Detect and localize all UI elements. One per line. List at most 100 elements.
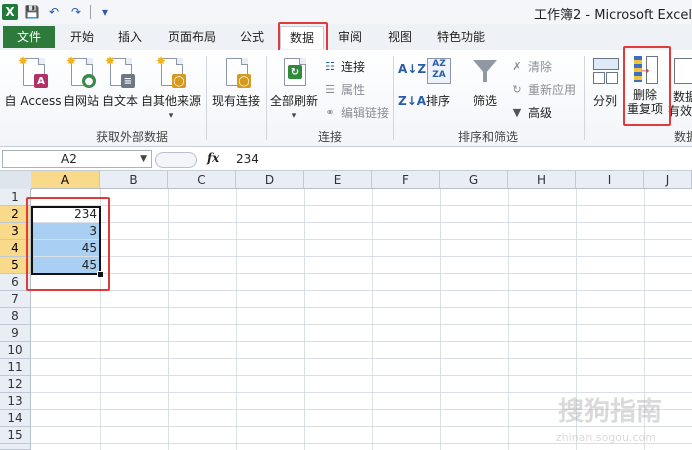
refresh-all-button[interactable]: ↻ 全部刷新 ▾	[268, 56, 320, 121]
clear-filter-button[interactable]: ✗ 清除	[510, 58, 552, 75]
tab-home[interactable]: 开始	[62, 26, 102, 48]
grid-line	[168, 189, 169, 450]
clear-filter-icon: ✗	[512, 60, 522, 73]
connections-button[interactable]: ☷ 连接	[323, 58, 365, 75]
properties-button[interactable]: ☰ 属性	[323, 81, 365, 98]
grid-line	[31, 358, 692, 359]
grid-line	[31, 222, 692, 223]
qat-divider	[90, 5, 91, 19]
existing-connections-button[interactable]: ◯ 现有连接	[210, 56, 262, 109]
tab-view[interactable]: 视图	[380, 26, 420, 48]
insert-function-icon[interactable]: fx	[207, 151, 219, 165]
chevron-down-icon[interactable]: ▼	[140, 151, 147, 167]
formula-controls: fx	[155, 150, 227, 168]
column-header-i[interactable]: I	[576, 171, 644, 189]
row-header-5[interactable]: 5	[0, 257, 31, 274]
row-header-7[interactable]: 7	[0, 291, 31, 308]
tab-review[interactable]: 审阅	[330, 26, 370, 48]
web-icon: ✸ ●	[66, 54, 96, 88]
cell-a3[interactable]: 3	[32, 223, 99, 239]
formula-input[interactable]: 234	[236, 152, 259, 166]
formula-expand-handle[interactable]	[155, 152, 197, 168]
row-header-13[interactable]: 13	[0, 393, 31, 410]
tab-data[interactable]: 数据	[280, 26, 324, 49]
group-label-data-tools: 数据	[674, 130, 692, 144]
from-text-button[interactable]: ✸ ≡ 自文本	[102, 54, 138, 109]
grid-line	[31, 341, 692, 342]
tab-page-layout[interactable]: 页面布局	[160, 26, 224, 48]
formula-bar: A2 ▼ fx 234	[0, 148, 692, 171]
ribbon-tabs: 文件 开始 插入 页面布局 公式 数据 审阅 视图 特色功能	[0, 24, 692, 50]
worksheet-grid[interactable]: A B C D E F G H I J 1 2 3 4 5 6 7 8 9 10…	[0, 171, 692, 450]
refresh-icon: ↻	[281, 56, 307, 86]
properties-icon: ☰	[325, 83, 335, 96]
fill-handle[interactable]	[97, 271, 104, 278]
redo-icon[interactable]: ↷	[68, 4, 84, 20]
remove-duplicates-button[interactable]: → 删除 重复项	[626, 54, 664, 116]
edit-links-button[interactable]: ⚭ 编辑链接	[323, 104, 389, 121]
grid-line	[508, 189, 509, 450]
text-file-icon: ✸ ≡	[105, 54, 135, 88]
chevron-down-icon: ▾	[291, 111, 297, 121]
grid-line	[31, 375, 692, 376]
connections-icon: ☷	[325, 60, 335, 73]
chevron-down-icon: ▾	[168, 111, 174, 121]
row-header-12[interactable]: 12	[0, 376, 31, 393]
grid-line	[31, 307, 692, 308]
customize-qat-icon[interactable]: ▾	[97, 4, 113, 20]
filter-button[interactable]: 筛选	[468, 56, 502, 109]
grid-line	[236, 189, 237, 450]
advanced-filter-icon: ▼	[512, 106, 522, 119]
row-header-14[interactable]: 14	[0, 410, 31, 427]
advanced-filter-button[interactable]: ▼ 高级	[510, 104, 552, 121]
row-header-15[interactable]: 15	[0, 427, 31, 444]
text-to-columns-button[interactable]: 分列	[588, 56, 622, 109]
save-icon[interactable]: 💾	[24, 4, 40, 20]
reapply-button[interactable]: ↻ 重新应用	[510, 81, 576, 98]
undo-icon[interactable]: ↶	[46, 4, 62, 20]
sort-button[interactable]: AZ ZA 排序	[422, 56, 454, 109]
name-box[interactable]: A2 ▼	[2, 150, 152, 168]
column-header-h[interactable]: H	[508, 171, 576, 189]
column-header-j[interactable]: J	[644, 171, 692, 189]
grid-line	[31, 256, 692, 257]
tab-formulas[interactable]: 公式	[232, 26, 272, 48]
cell-a5[interactable]: 45	[32, 257, 99, 273]
row-header-4[interactable]: 4	[0, 240, 31, 257]
grid-line	[31, 205, 692, 206]
row-header-8[interactable]: 8	[0, 308, 31, 325]
row-header-3[interactable]: 3	[0, 223, 31, 240]
tab-special-features[interactable]: 特色功能	[428, 26, 494, 48]
data-validation-button[interactable]: 数据 有效性	[668, 56, 692, 118]
remove-duplicates-icon: →	[632, 54, 658, 84]
grid-line	[372, 189, 373, 450]
column-header-d[interactable]: D	[236, 171, 304, 189]
row-header-11[interactable]: 11	[0, 359, 31, 376]
from-web-button[interactable]: ✸ ● 自网站	[62, 54, 100, 109]
access-icon: ✸ A	[18, 54, 48, 88]
tab-file[interactable]: 文件	[3, 26, 55, 48]
column-header-e[interactable]: E	[304, 171, 372, 189]
column-header-c[interactable]: C	[168, 171, 236, 189]
cell-a4[interactable]: 45	[32, 240, 99, 256]
from-access-button[interactable]: ✸ A 自 Access	[4, 54, 62, 109]
row-header-9[interactable]: 9	[0, 325, 31, 342]
row-header-6[interactable]: 6	[0, 274, 31, 291]
row-header-10[interactable]: 10	[0, 342, 31, 359]
column-header-b[interactable]: B	[100, 171, 168, 189]
column-header-f[interactable]: F	[372, 171, 440, 189]
data-validation-icon	[672, 56, 692, 86]
sort-dialog-icon: AZ ZA	[425, 56, 451, 86]
row-header-1[interactable]: 1	[0, 189, 31, 206]
select-all-corner[interactable]	[0, 171, 32, 190]
row-header-2[interactable]: 2	[0, 206, 31, 223]
cell-a2[interactable]: 234	[32, 206, 99, 222]
grid-line	[440, 189, 441, 450]
tab-insert[interactable]: 插入	[110, 26, 150, 48]
row-header-16[interactable]	[0, 444, 31, 450]
grid-line	[31, 290, 692, 291]
from-other-sources-button[interactable]: ✸ ◯ 自其他来源 ▾	[140, 54, 202, 121]
column-header-a[interactable]: A	[31, 171, 100, 189]
grid-line	[31, 239, 692, 240]
column-header-g[interactable]: G	[440, 171, 508, 189]
